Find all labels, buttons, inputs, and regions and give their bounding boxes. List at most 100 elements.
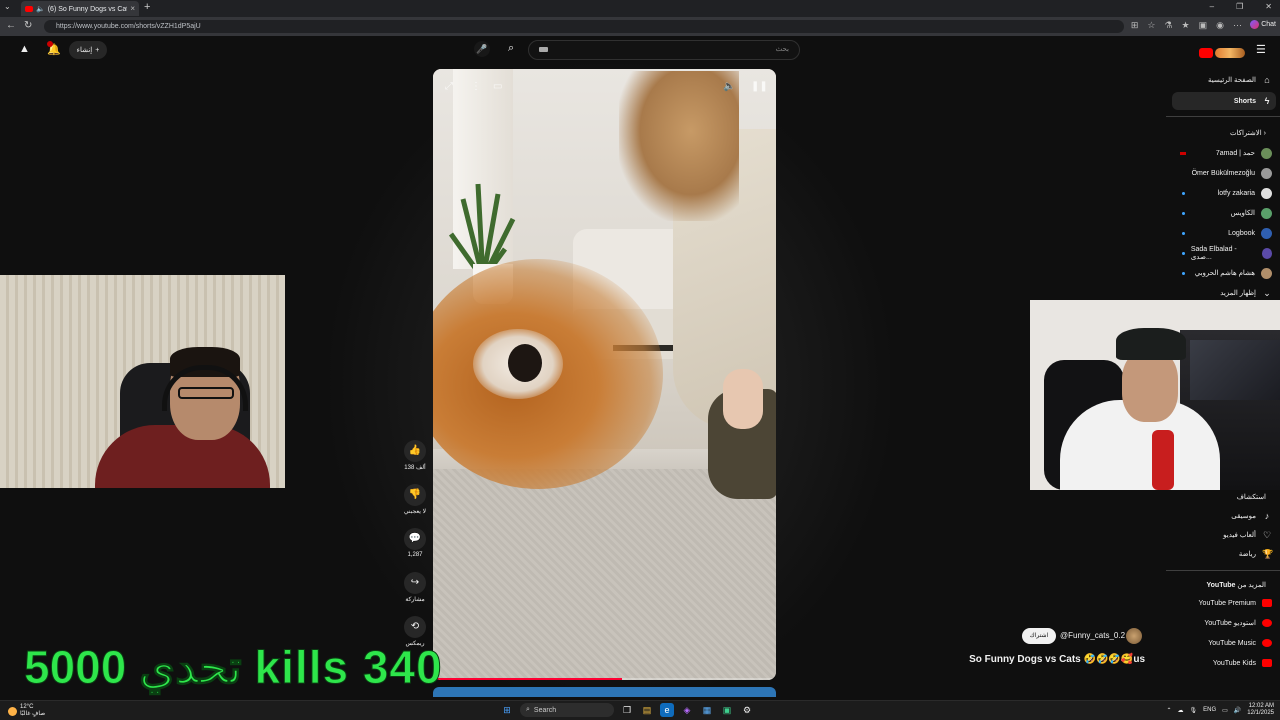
captions-icon[interactable]: ▭ <box>493 81 502 92</box>
youtube-premium-icon <box>1262 599 1272 607</box>
sidebar-item-music[interactable]: موسيقى ♪ <box>1172 507 1276 525</box>
sidebar-item-youtube-premium[interactable]: YouTube Premium <box>1172 594 1276 612</box>
copilot-chat-button[interactable]: Chat <box>1250 20 1276 29</box>
sidebar-item-subscription[interactable]: Ömer Bükülmezoğlu <box>1172 164 1276 182</box>
search-icon: ⌕ <box>526 706 530 713</box>
sidebar-item-home[interactable]: الصفحة الرئيسية ⌂ <box>1172 71 1276 89</box>
more-options-icon[interactable]: ⋯ <box>1233 20 1242 31</box>
sidebar-item-label: الكاويس <box>1230 210 1255 217</box>
sidebar-item-subscription[interactable]: هشام هاشم الحروبي <box>1172 264 1276 282</box>
profile-avatar-icon[interactable]: ◉ <box>1216 20 1224 31</box>
hamburger-menu-icon[interactable]: ☰ <box>1256 43 1266 56</box>
voice-search-icon[interactable]: 🎤 <box>474 41 490 57</box>
sidebar-item-sports[interactable]: رياضة 🏆 <box>1172 545 1276 563</box>
pause-icon[interactable]: ❚❚ <box>751 81 768 92</box>
channel-avatar <box>1261 247 1272 259</box>
browser-tab-active[interactable]: 🔈 (6) So Funny Dogs vs Cats 🤩 × <box>21 1 139 16</box>
clock[interactable]: 12:02 AM 12/1/2025 <box>1247 703 1274 717</box>
fullscreen-icon[interactable]: ⤢ <box>445 81 453 92</box>
sidebar-item-label: Shorts <box>1233 97 1256 105</box>
comments-button[interactable]: 💬 1,287 <box>398 528 432 558</box>
network-icon[interactable]: ▭ <box>1222 707 1228 714</box>
challenge-overlay-text: تحدي 5000 kills 340 <box>24 641 443 694</box>
copilot-icon <box>1250 20 1260 29</box>
video-progress-fill <box>433 678 622 680</box>
video-title[interactable]: So Funny Dogs vs Cats 🤣🤣🤣🥰us <box>960 654 1145 665</box>
back-icon[interactable]: ← <box>6 20 16 31</box>
mic-tray-icon[interactable]: 🎙 <box>1190 707 1198 714</box>
sidebar-item-gaming[interactable]: ألعاب فيديو ♡ <box>1172 526 1276 544</box>
weather-widget[interactable]: 12°C صافٍ غالبًا <box>8 704 45 718</box>
close-window-icon[interactable]: ✕ <box>1265 2 1272 11</box>
toolbar-icons: ⊞ ☆ ⚗ ★ ▣ ◉ ⋯ <box>1131 20 1242 31</box>
share-button[interactable]: ↪ مشاركة <box>398 572 432 603</box>
volume-icon[interactable]: 🔈 <box>723 81 735 92</box>
new-tab-button[interactable]: + <box>144 1 150 13</box>
search-icon[interactable]: ⌕ <box>508 42 514 55</box>
window-controls: – ❐ ✕ <box>1210 2 1272 11</box>
taskbar-search[interactable]: ⌕ Search <box>520 703 614 717</box>
channel-name[interactable]: @Funny_cats_0.2 <box>1060 631 1125 640</box>
thumbs-down-icon: 👎 <box>404 484 426 506</box>
search-input[interactable]: بحث <box>528 40 800 60</box>
obs-app-icon[interactable]: ▣ <box>720 703 734 717</box>
favorites-icon[interactable]: ★ <box>1182 20 1190 31</box>
youtube-logo[interactable] <box>1199 44 1249 58</box>
windows-start-icon[interactable]: ⊞ <box>500 703 514 717</box>
close-tab-icon[interactable]: × <box>130 4 135 13</box>
dislike-button[interactable]: 👎 لا يعجبني <box>398 484 432 515</box>
sidebar-item-subscription[interactable]: الكاويس <box>1172 204 1276 222</box>
volume-tray-icon[interactable]: 🔊 <box>1234 707 1241 714</box>
subscriptions-heading[interactable]: الاشتراكات › <box>1172 129 1276 137</box>
favorite-star-icon[interactable]: ☆ <box>1147 20 1155 31</box>
speaker-icon[interactable]: 🔈 <box>36 5 45 13</box>
sidebar-item-youtube-studio[interactable]: YouTube استوديو <box>1172 614 1276 632</box>
settings-gear-icon[interactable]: ⚙ <box>740 703 754 717</box>
video-progress-bar[interactable] <box>433 678 776 680</box>
tray-chevron-icon[interactable]: ⌃ <box>1166 707 1171 714</box>
subscribe-button[interactable]: اشتراك <box>1022 628 1056 644</box>
url-field[interactable]: https://www.youtube.com/shorts/vZZH1dP5a… <box>44 20 1124 33</box>
channel-info: اشتراك @Funny_cats_0.2 <box>1022 628 1146 644</box>
reload-icon[interactable]: ↻ <box>24 20 32 31</box>
shorts-icon: ϟ <box>1264 96 1270 106</box>
next-short-preview[interactable] <box>433 687 776 697</box>
video-more-icon[interactable]: ⋮ <box>471 81 481 92</box>
file-explorer-icon[interactable]: ▤ <box>640 703 654 717</box>
notifications-bell-icon[interactable]: 🔔 <box>47 41 61 56</box>
like-button[interactable]: 👍 138 ألف <box>398 440 432 471</box>
cloud-icon[interactable]: ☁ <box>1178 707 1184 714</box>
task-view-icon[interactable]: ❐ <box>620 703 634 717</box>
new-content-dot <box>1182 251 1185 255</box>
collections-icon[interactable]: ▣ <box>1199 20 1208 31</box>
sidebar-item-label: موسيقى <box>1231 513 1256 520</box>
tab-search-icon[interactable]: ⌄ <box>4 2 11 11</box>
webcam-microphone <box>1152 430 1174 490</box>
sidebar-item-youtube-music[interactable]: YouTube Music <box>1172 634 1276 652</box>
home-icon: ⌂ <box>1264 75 1270 85</box>
copilot-app-icon[interactable]: ◈ <box>680 703 694 717</box>
sidebar-item-subscription[interactable]: Sada Elbalad - صدى... <box>1172 244 1276 262</box>
trophy-icon: 🏆 <box>1262 549 1274 559</box>
edge-browser-icon[interactable]: e <box>660 703 674 717</box>
account-icon[interactable]: ▲ <box>19 43 30 55</box>
create-button[interactable]: إنشاء + <box>69 41 107 59</box>
tab-title: (6) So Funny Dogs vs Cats 🤩 <box>47 5 128 13</box>
sidebar-item-subscription[interactable]: Logbook <box>1172 224 1276 242</box>
channel-avatar[interactable] <box>1126 628 1142 644</box>
keyboard-icon[interactable] <box>539 47 548 52</box>
calculator-icon[interactable]: ▦ <box>700 703 714 717</box>
minimize-icon[interactable]: – <box>1210 2 1214 11</box>
restore-icon[interactable]: ❐ <box>1236 2 1243 11</box>
sidebar-item-subscription[interactable]: lotfy zakaria <box>1172 184 1276 202</box>
sidebar-item-youtube-kids[interactable]: YouTube Kids <box>1172 654 1276 672</box>
sidebar-item-subscription[interactable]: 7amad | حمد <box>1172 144 1276 162</box>
plus-icon: + <box>95 46 100 54</box>
more-heading-prefix: المزيد من <box>1237 582 1266 589</box>
shorts-video-player[interactable]: ⤢ ⋮ ▭ 🔈 ❚❚ <box>433 69 776 680</box>
apps-icon[interactable]: ⊞ <box>1131 20 1139 31</box>
sidebar-item-shorts[interactable]: Shorts ϟ <box>1172 92 1276 110</box>
youtube-favicon-icon <box>25 5 33 12</box>
language-indicator[interactable]: ENG <box>1203 707 1216 713</box>
extensions-icon[interactable]: ⚗ <box>1164 20 1172 31</box>
